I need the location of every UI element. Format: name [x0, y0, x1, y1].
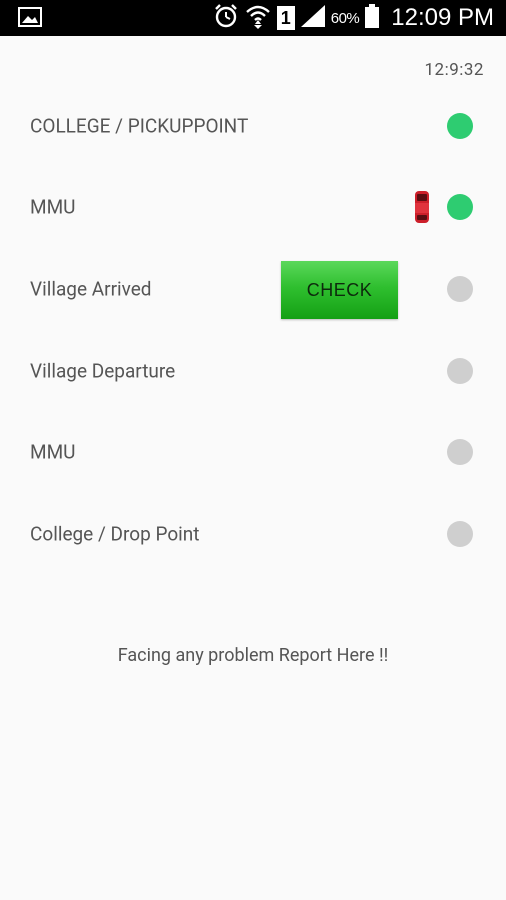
- bus-icon: [414, 190, 430, 224]
- stop-status-dot-pending: [447, 521, 473, 547]
- trip-clock: 12:9:32: [424, 60, 484, 80]
- stop-label: MMU: [30, 195, 76, 219]
- stop-row-college-pickup: COLLEGE / PICKUPPOINT: [0, 106, 506, 146]
- stop-label: COLLEGE / PICKUPPOINT: [30, 114, 249, 138]
- stop-status-dot-pending: [447, 276, 473, 302]
- stop-status-dot-reached: [447, 113, 473, 139]
- stop-label: MMU: [30, 440, 76, 464]
- alarm-icon: [213, 3, 239, 34]
- stop-status-dot-pending: [447, 358, 473, 384]
- status-bar: 1 60% 12:09 PM: [0, 0, 506, 36]
- stop-row-college-drop: College / Drop Point: [0, 514, 506, 554]
- stop-label: Village Departure: [30, 359, 176, 383]
- stop-row-mmu-return: MMU: [0, 432, 506, 472]
- gallery-icon: [18, 7, 42, 27]
- report-problem-link[interactable]: Facing any problem Report Here !!: [0, 645, 506, 666]
- battery-percent: 60%: [330, 9, 360, 27]
- stop-label: Village Arrived: [30, 277, 152, 301]
- stop-status-dot-reached: [447, 194, 473, 220]
- status-time: 12:09 PM: [391, 4, 494, 31]
- stop-row-village-arrived: Village Arrived: [0, 269, 506, 309]
- stop-row-mmu: MMU: [0, 187, 506, 227]
- stop-row-village-departure: Village Departure: [0, 351, 506, 391]
- wifi-icon: [245, 3, 271, 34]
- sim-1-icon: 1: [276, 6, 295, 30]
- signal-icon: [300, 4, 325, 32]
- sim-1-label: 1: [280, 7, 291, 28]
- stop-label: College / Drop Point: [30, 522, 200, 546]
- stop-status-dot-pending: [447, 439, 473, 465]
- battery-icon: [365, 3, 380, 33]
- check-button[interactable]: CHECK: [281, 261, 398, 319]
